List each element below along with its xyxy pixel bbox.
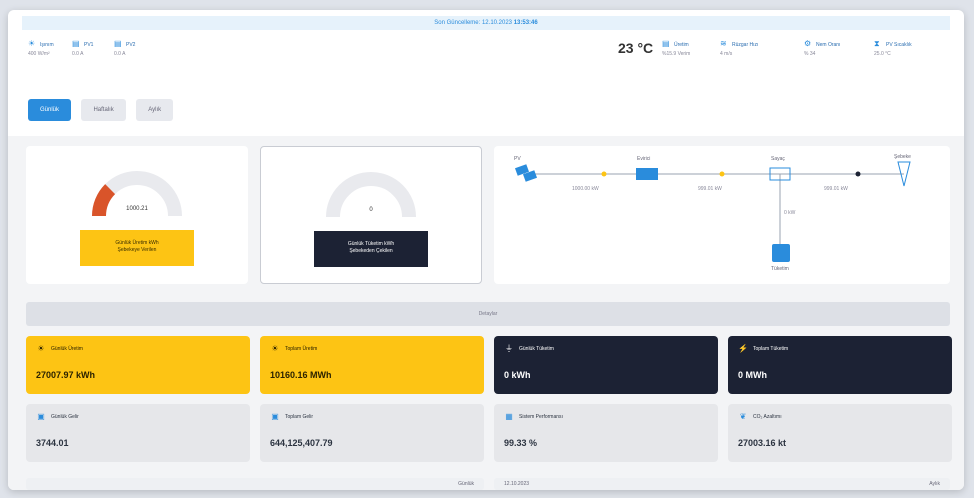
production-gauge-card: 1000.21 Günlük Üretim kWh Şebekeye Veril… [26, 146, 248, 284]
status-production: ▤ Üretim %15.9 Verim [662, 39, 691, 58]
bottom-right-label: Aylık [929, 481, 940, 487]
tab-weekly[interactable]: Haftalık [81, 99, 126, 121]
dashboard-frame: Son Güncelleme: 12.10.2023 13:53:46 ☀ Işı… [8, 10, 964, 490]
kpi-total-income: ▣ Toplam Gelir 644,125,407.79 [260, 404, 484, 462]
chart-icon: ▦ [505, 412, 513, 421]
temperature-value: 23 °C [618, 40, 654, 56]
energy-flow-diagram: PV Evirici Sayaç Şebeke Tüketim 1000.00 … [514, 154, 911, 272]
wallet-icon: ▣ [271, 412, 279, 421]
period-tabs: Günlük Haftalık Aylık [28, 98, 179, 121]
kpi-title: Günlük Üretim [51, 346, 83, 352]
bottom-left-label: Günlük [458, 481, 474, 487]
status-pv2: ▤ PV2 0.0 A [114, 39, 136, 58]
last-update-bar: Son Güncelleme: 12.10.2023 13:53:46 [22, 16, 950, 30]
production-gauge-label: Günlük Üretim kWh Şebekeye Verilen [80, 230, 194, 266]
status-humidity: ⚙ Nem Oranı % 34 [804, 39, 841, 58]
consumption-gauge-line1: Günlük Tüketim kWh [347, 241, 395, 247]
kpi-daily-consumption: ⏚ Günlük Tüketim 0 kWh [494, 336, 718, 394]
kpi-co2-reduction: ❦ CO₂ Azaltımı 27003.16 kt [728, 404, 952, 462]
kpi-daily-production: ☀ Günlük Üretim 27007.97 kWh [26, 336, 250, 394]
kpi-title: Günlük Tüketim [519, 346, 554, 352]
consumption-gauge-label: Günlük Tüketim kWh Şebekeden Çekilen [314, 231, 428, 267]
wind-icon: ≋ [720, 39, 727, 48]
tab-daily[interactable]: Günlük [28, 99, 72, 121]
kpi-title: Günlük Gelir [51, 414, 79, 420]
inverter-node-icon [636, 168, 658, 180]
production-gauge [92, 171, 182, 217]
kpi-value: 27003.16 kt [738, 438, 787, 448]
load-node-icon [772, 244, 790, 262]
thermometer-icon: ⧗ [874, 39, 880, 48]
pv-node-label: PV [514, 156, 521, 162]
sun-icon: ☀ [37, 344, 45, 353]
sun-icon: ☀ [271, 344, 279, 353]
meter-node-label: Sayaç [771, 156, 785, 162]
kpi-value: 10160.16 MWh [270, 370, 332, 380]
kpi-total-production: ☀ Toplam Üretim 10160.16 MWh [260, 336, 484, 394]
panel-icon: ▤ [114, 39, 122, 48]
production-gauge-line1: Günlük Üretim kWh [115, 240, 159, 246]
kpi-title: Toplam Tüketim [753, 346, 789, 352]
status-row: ☀ Işınım 400 W/m² ▤ PV1 0.0 A ▤ PV2 0.0 A 2… [28, 40, 944, 84]
last-update-time: 13:53:46 [513, 20, 538, 26]
gear-icon: ⚙ [804, 39, 812, 48]
pv-node-icon [514, 164, 538, 182]
kpi-daily-income: ▣ Günlük Gelir 3744.01 [26, 404, 250, 462]
grid-node-label: Şebeke [894, 154, 911, 160]
flow-edge-inverter-meter: 999.01 kW [698, 186, 722, 192]
flow-edge-meter-grid: 999.01 kW [824, 186, 848, 192]
wallet-icon: ▣ [37, 412, 45, 421]
kpi-value: 0 MWh [738, 370, 767, 380]
kpi-title: CO₂ Azaltımı [753, 414, 782, 420]
kpi-system-performance: ▦ Sistem Performansı 99.33 % [494, 404, 718, 462]
last-update-label: Son Güncelleme: 12.10.2023 [434, 20, 513, 26]
panel-icon: ▤ [662, 39, 670, 48]
panel-icon: ▤ [72, 39, 80, 48]
tab-monthly[interactable]: Aylık [136, 99, 174, 121]
production-gauge-value: 1000.21 [126, 206, 148, 212]
flow-edge-meter-load: 0 kW [784, 210, 796, 216]
kpi-value: 0 kWh [504, 370, 531, 380]
status-wind: ≋ Rüzgar Hızı 4 m/s [720, 39, 759, 58]
kpi-value: 644,125,407.79 [270, 438, 333, 448]
load-node-label: Tüketim [771, 266, 789, 272]
details-divider[interactable]: Detaylar [26, 302, 950, 326]
plug-icon: ⏚ [505, 344, 513, 353]
consumption-gauge-value: 0 [369, 207, 373, 213]
status-irradiance: ☀ Işınım 400 W/m² [28, 39, 54, 58]
kpi-value: 99.33 % [504, 438, 538, 448]
tower-icon: ⚡ [738, 344, 748, 353]
kpi-title: Toplam Üretim [285, 346, 318, 352]
consumption-gauge-card: 0 Günlük Tüketim kWh Şebekeden Çekilen [260, 146, 482, 284]
energy-flow-card: PV Evirici Sayaç Şebeke Tüketim 1000.00 … [494, 146, 950, 284]
kpi-value: 3744.01 [36, 438, 69, 448]
bottom-date[interactable]: 12.10.2023 [504, 481, 529, 487]
status-pv-temp: ⧗ PV Sıcaklık 25.0 °C [874, 39, 912, 58]
kpi-title: Toplam Gelir [285, 414, 314, 420]
sun-icon: ☀ [28, 39, 36, 48]
kpi-total-consumption: ⚡ Toplam Tüketim 0 MWh [728, 336, 952, 394]
flow-edge-pv-inverter: 1000.00 kW [572, 186, 599, 192]
kpi-title: Sistem Performansı [519, 414, 563, 420]
status-pv1: ▤ PV1 0.0 A [72, 39, 94, 58]
inverter-node-label: Evirici [637, 156, 650, 162]
consumption-gauge [326, 172, 416, 218]
leaf-icon: ❦ [739, 412, 747, 421]
production-gauge-line2: Şebekeye Verilen [117, 247, 157, 253]
bottom-right-strip[interactable]: 12.10.2023 Aylık [494, 478, 950, 490]
kpi-value: 27007.97 kWh [36, 370, 96, 380]
consumption-gauge-line2: Şebekeden Çekilen [349, 248, 393, 254]
bottom-left-strip[interactable]: Günlük [26, 478, 484, 490]
